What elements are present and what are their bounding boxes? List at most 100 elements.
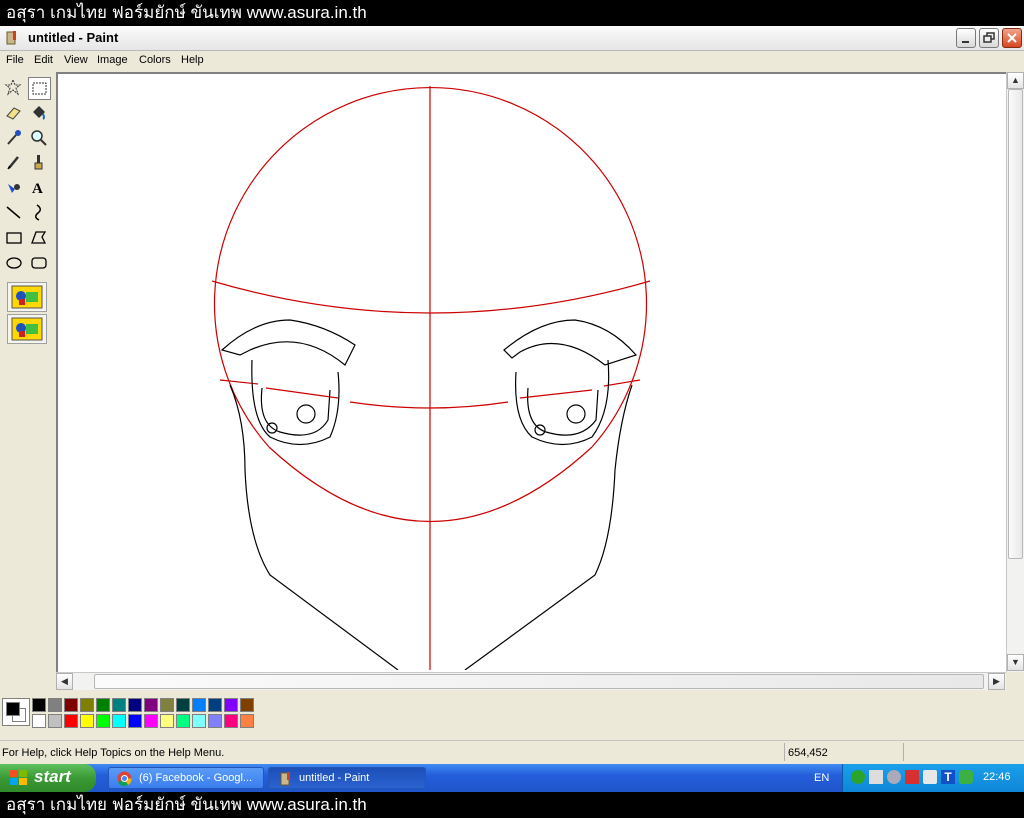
color-swatch[interactable] [48,714,62,728]
color-swatch[interactable] [96,698,110,712]
color-swatch[interactable] [176,698,190,712]
color-swatch[interactable] [112,698,126,712]
chrome-icon [117,771,132,786]
task-label: (6) Facebook - Googl... [139,772,253,784]
scroll-down-button[interactable]: ▼ [1007,654,1024,671]
color-swatch[interactable] [144,714,158,728]
paint-icon [280,772,290,786]
toolbox: A [0,72,56,700]
color-swatch[interactable] [208,714,222,728]
shield-icon[interactable] [887,770,901,784]
volume-icon[interactable] [923,770,937,784]
system-tray: T 22:46 [842,764,1024,792]
current-colors[interactable] [2,698,30,726]
scroll-up-button[interactable]: ▲ [1007,72,1024,89]
menu-edit[interactable]: Edit [34,54,53,66]
vertical-scrollbar[interactable]: ▲ ▼ [1006,72,1024,672]
t-letter-icon[interactable]: T [941,770,955,784]
polygon-tool[interactable] [28,227,51,250]
close-icon [1007,33,1017,43]
color-swatch[interactable] [144,698,158,712]
vertical-scroll-thumb[interactable] [1008,89,1023,559]
color-swatch[interactable] [224,714,238,728]
menu-file[interactable]: File [6,54,24,66]
rectangle-icon [6,232,22,244]
restore-button[interactable] [979,28,999,48]
language-indicator[interactable]: EN [814,772,829,784]
color-swatch[interactable] [176,714,190,728]
rectangle-tool[interactable] [3,227,26,250]
color-swatch[interactable] [224,698,238,712]
start-button[interactable]: start [0,764,96,792]
printer-icon[interactable] [869,770,883,784]
rounded-rectangle-tool[interactable] [28,252,51,275]
task-label: untitled - Paint [299,772,370,784]
selection-opaque-option[interactable] [7,282,47,312]
windows-logo-icon [10,770,27,785]
rectangle-select-tool[interactable] [28,77,51,100]
pencil-tool[interactable] [3,152,26,175]
airbrush-tool[interactable] [3,177,26,200]
color-swatch[interactable] [240,698,254,712]
color-swatch[interactable] [64,714,78,728]
close-button[interactable] [1002,28,1022,48]
task-facebook-chrome[interactable]: (6) Facebook - Googl... [108,767,264,789]
title-bar[interactable]: untitled - Paint [0,26,1024,51]
menu-bar: File Edit View Image Colors Help [0,51,1024,71]
color-swatch[interactable] [32,698,46,712]
magnifier-icon [31,130,47,146]
update-icon[interactable] [959,770,973,784]
color-palette [0,690,1024,738]
drawing-canvas[interactable] [56,72,1006,672]
status-divider [784,743,785,761]
color-swatch[interactable] [192,714,206,728]
status-bar: For Help, click Help Topics on the Help … [0,740,1024,765]
color-swatch[interactable] [112,714,126,728]
ellipse-icon [6,257,22,269]
horizontal-scroll-thumb[interactable] [94,674,984,689]
pencil-icon [7,156,19,170]
scroll-left-button[interactable]: ◀ [56,673,73,690]
eraser-tool[interactable] [3,102,26,125]
curve-tool[interactable] [28,202,51,225]
task-paint[interactable]: untitled - Paint [268,767,426,789]
minimize-icon [962,41,969,43]
horizontal-scrollbar[interactable]: ◀ ▶ [56,672,1006,690]
pick-color-tool[interactable] [3,127,26,150]
taskbar: start (6) Facebook - Googl... untitled -… [0,764,1024,792]
text-tool[interactable]: A [28,177,51,200]
eraser-icon [6,107,21,120]
curve-icon [35,204,41,221]
rounded-rect-icon [31,257,47,269]
network-icon[interactable] [851,770,865,784]
minimize-button[interactable] [956,28,976,48]
color-swatch[interactable] [160,698,174,712]
color-swatch[interactable] [96,714,110,728]
eyedropper-icon [7,130,21,145]
ellipse-tool[interactable] [3,252,26,275]
color-swatch[interactable] [80,714,94,728]
scroll-right-button[interactable]: ▶ [988,673,1005,690]
color-swatch[interactable] [208,698,222,712]
menu-colors[interactable]: Colors [139,54,171,66]
color-swatch[interactable] [128,698,142,712]
fill-tool[interactable] [28,102,51,125]
color-swatch[interactable] [32,714,46,728]
antivirus-icon[interactable] [905,770,919,784]
selection-transparent-option[interactable] [7,314,47,344]
color-swatch[interactable] [192,698,206,712]
color-swatch[interactable] [48,698,62,712]
free-form-select-tool[interactable] [3,77,26,100]
magnifier-tool[interactable] [28,127,51,150]
color-swatch[interactable] [240,714,254,728]
color-swatch[interactable] [128,714,142,728]
color-swatch[interactable] [160,714,174,728]
menu-help[interactable]: Help [181,54,204,66]
line-tool[interactable] [3,202,26,225]
color-swatch[interactable] [80,698,94,712]
menu-image[interactable]: Image [97,54,128,66]
menu-view[interactable]: View [64,54,88,66]
color-swatch[interactable] [64,698,78,712]
status-help-text: For Help, click Help Topics on the Help … [2,747,225,759]
brush-tool[interactable] [28,152,51,175]
